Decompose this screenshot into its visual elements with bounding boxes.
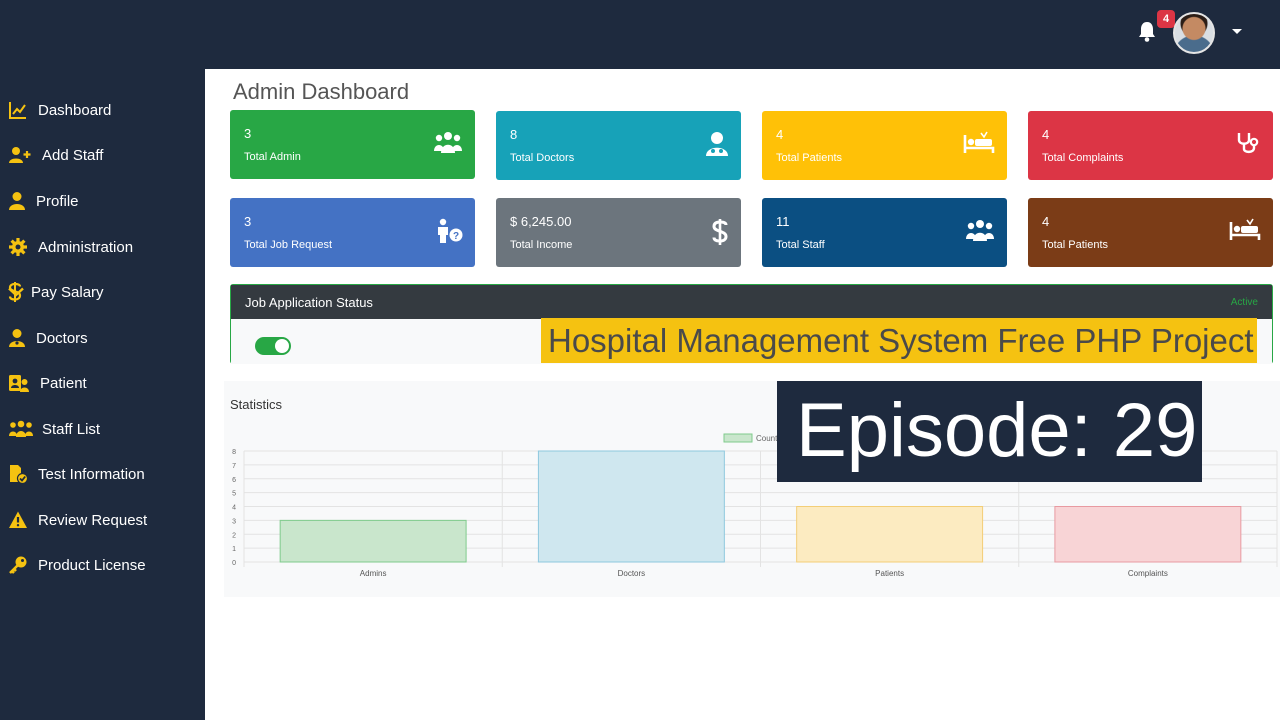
- sidebar-item-label: Add Staff: [42, 146, 104, 164]
- stat-value: $ 6,245.00: [510, 214, 572, 229]
- sidebar-item-label: Patient: [40, 374, 87, 392]
- stat-card-total-income[interactable]: $ 6,245.00 Total Income: [496, 198, 741, 267]
- x-tick-label: Admins: [360, 569, 387, 578]
- sidebar-item-label: Dashboard: [38, 101, 112, 119]
- sidebar-item-dashboard[interactable]: Dashboard: [0, 90, 205, 130]
- sidebar-item-pay-salary[interactable]: Pay Salary: [0, 272, 205, 312]
- y-tick-label: 5: [232, 491, 236, 498]
- y-tick-label: 0: [232, 560, 236, 567]
- y-tick-label: 7: [232, 463, 236, 470]
- chevron-down-icon[interactable]: [8, 287, 24, 297]
- legend-label: Count: [756, 434, 778, 443]
- y-tick-label: 1: [232, 546, 236, 553]
- users-icon: [9, 420, 33, 437]
- stat-label: Total Job Request: [244, 239, 333, 251]
- stat-label: Total Admin: [244, 151, 301, 163]
- users-icon: [434, 132, 462, 153]
- stethoscope-icon: [1237, 133, 1259, 154]
- y-tick-label: 4: [232, 505, 236, 512]
- x-tick-label: Patients: [875, 569, 904, 578]
- sidebar-item-label: Product License: [38, 556, 146, 574]
- sidebar-item-doctors[interactable]: Doctors: [0, 318, 205, 358]
- job-application-title: Job Application Status: [245, 295, 373, 310]
- user-md-icon: [9, 329, 25, 347]
- sidebar-item-patient[interactable]: Patient: [0, 363, 205, 403]
- sidebar-item-administration[interactable]: Administration: [0, 227, 205, 267]
- svg-text:?: ?: [453, 231, 459, 242]
- y-tick-label: 8: [232, 449, 236, 456]
- stat-card-total-patients[interactable]: 4 Total Patients: [762, 111, 1007, 180]
- sidebar-item-label: Administration: [38, 238, 134, 256]
- key-icon: [9, 556, 27, 574]
- bar-doctors: [537, 450, 725, 563]
- stat-card-total-doctors[interactable]: 8 Total Doctors: [496, 111, 741, 180]
- sidebar-item-label: Doctors: [36, 329, 88, 347]
- sidebar-item-label: Profile: [36, 192, 79, 210]
- y-tick-label: 3: [232, 518, 236, 525]
- notification-badge: 4: [1157, 10, 1175, 28]
- bed-icon: [963, 131, 995, 153]
- user-md-icon: [706, 132, 728, 156]
- chart-line-icon: [9, 102, 26, 119]
- bar-patients: [796, 506, 984, 563]
- stat-value: 4: [1042, 127, 1050, 142]
- stat-card-total-job-request[interactable]: 3 Total Job Request ?: [230, 198, 475, 267]
- stat-card-total-staff[interactable]: 11 Total Staff: [762, 198, 1007, 267]
- stat-label: Total Patients: [1042, 239, 1109, 251]
- user-plus-icon: [9, 147, 31, 163]
- sidebar-item-label: Test Information: [38, 465, 145, 483]
- dollar-icon: [712, 219, 728, 245]
- user-icon: [9, 192, 25, 210]
- stat-card-total-complaints[interactable]: 4 Total Complaints: [1028, 111, 1273, 180]
- file-check-icon: [10, 465, 28, 484]
- bell-icon[interactable]: [1135, 20, 1159, 44]
- stat-value: 3: [244, 126, 252, 141]
- sidebar-item-review-request[interactable]: Review Request: [0, 500, 205, 540]
- cog-icon: [9, 238, 27, 256]
- stat-label: Total Income: [510, 239, 573, 251]
- user-question-icon: ?: [438, 218, 463, 243]
- toggle-knob: [275, 339, 289, 353]
- bed-icon: [1229, 218, 1261, 240]
- sidebar-item-test-information[interactable]: Test Information: [0, 454, 205, 494]
- avatar[interactable]: [1173, 12, 1215, 54]
- stat-label: Total Complaints: [1042, 152, 1124, 164]
- page-title: Admin Dashboard: [233, 79, 410, 104]
- video-title-banner: Hospital Management System Free PHP Proj…: [541, 318, 1257, 363]
- x-tick-label: Doctors: [618, 569, 646, 578]
- bar-complaints: [1054, 506, 1242, 563]
- top-navbar: 4: [0, 0, 1280, 69]
- stat-label: Total Patients: [776, 152, 843, 164]
- sidebar: Dashboard Add Staff Profile Administrati…: [0, 69, 205, 720]
- sidebar-item-staff-list[interactable]: Staff List: [0, 409, 205, 449]
- stat-value: 4: [1042, 214, 1050, 229]
- job-application-toggle[interactable]: [255, 337, 291, 355]
- stat-card-total-admin[interactable]: 3 Total Admin: [230, 110, 475, 179]
- stat-label: Total Doctors: [510, 152, 575, 164]
- y-tick-label: 6: [232, 477, 236, 484]
- stat-value: 4: [776, 127, 784, 142]
- warning-icon: [9, 511, 27, 528]
- chevron-down-icon[interactable]: [1232, 29, 1242, 34]
- sidebar-item-product-license[interactable]: Product License: [0, 545, 205, 585]
- stat-label: Total Staff: [776, 239, 825, 251]
- y-tick-label: 2: [232, 532, 236, 539]
- stat-value: 8: [510, 127, 518, 142]
- sidebar-item-label: Pay Salary: [31, 283, 104, 301]
- legend-swatch: [723, 433, 753, 443]
- sidebar-item-label: Review Request: [38, 511, 148, 529]
- sidebar-item-label: Staff List: [42, 420, 101, 438]
- bar-admins: [279, 519, 467, 563]
- sidebar-item-profile[interactable]: Profile: [0, 181, 205, 221]
- id-card-icon: [9, 375, 29, 392]
- stat-card-total-patients-2[interactable]: 4 Total Patients: [1028, 198, 1273, 267]
- sidebar-item-add-staff[interactable]: Add Staff: [0, 135, 205, 175]
- stat-value: 3: [244, 214, 252, 229]
- users-icon: [966, 220, 994, 241]
- episode-banner: Episode: 29: [777, 381, 1202, 482]
- status-badge: Active: [1230, 297, 1258, 308]
- job-application-header: Job Application Status Active: [231, 285, 1272, 319]
- stat-value: 11: [776, 214, 790, 229]
- x-tick-label: Complaints: [1128, 569, 1168, 578]
